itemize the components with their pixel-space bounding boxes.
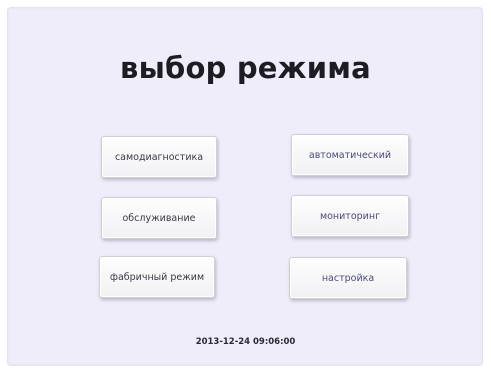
monitoring-button[interactable]: мониторинг (291, 195, 409, 237)
factory-mode-label: фабричный режим (109, 271, 205, 283)
monitoring-label: мониторинг (319, 210, 381, 222)
settings-button[interactable]: настройка (289, 257, 407, 299)
automatic-mode-button[interactable]: автоматический (291, 134, 409, 176)
page-title: выбор режима (120, 51, 371, 85)
automatic-mode-label: автоматический (308, 149, 392, 161)
self-diagnostics-label: самодиагностика (114, 151, 204, 163)
display-frame: выбор режима самодиагностика обслуживани… (0, 0, 491, 374)
self-diagnostics-button[interactable]: самодиагностика (101, 136, 217, 178)
settings-label: настройка (321, 272, 375, 284)
service-label: обслуживание (122, 212, 196, 224)
datetime-display: 2013-12-24 09:06:00 (195, 337, 296, 347)
factory-mode-button[interactable]: фабричный режим (99, 256, 215, 298)
service-button[interactable]: обслуживание (101, 197, 217, 239)
